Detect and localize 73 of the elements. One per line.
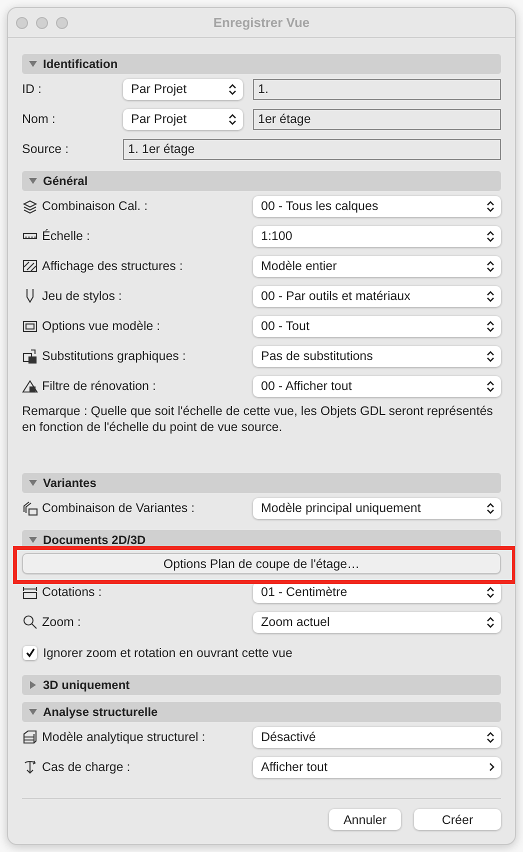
- mode-select[interactable]: Par Projet: [123, 78, 243, 100]
- layers-icon: [22, 198, 38, 214]
- field-label: Combinaison Cal. :: [42, 199, 148, 213]
- section-header[interactable]: 3D uniquement: [22, 675, 501, 695]
- dropdown[interactable]: Modèle entier: [253, 256, 501, 276]
- updown-chevron-icon: [486, 502, 495, 514]
- checkbox[interactable]: [23, 646, 37, 660]
- dropdown[interactable]: Zoom actuel: [253, 612, 501, 632]
- field-label: Cotations :: [42, 585, 102, 599]
- readonly-field[interactable]: 1. 1er étage: [123, 138, 501, 160]
- field-label: ID :: [22, 82, 42, 96]
- section-header[interactable]: Variantes: [22, 473, 501, 493]
- field-label: Nom :: [22, 112, 56, 126]
- dropdown[interactable]: Pas de substitutions: [253, 346, 501, 366]
- field-label: Affichage des structures :: [42, 259, 183, 273]
- note-text: Remarque : Quelle que soit l'échelle de cette vue, les Objets GDL seront représentés en fonction de l'échelle du point de vue source.: [22, 403, 494, 435]
- create-button[interactable]: Créer: [414, 809, 501, 830]
- disclosure-triangle-icon: [28, 176, 38, 186]
- search-icon: [22, 614, 38, 630]
- section-header[interactable]: Analyse structurelle: [22, 702, 501, 722]
- updown-chevron-icon: [486, 616, 495, 628]
- readonly-field[interactable]: 1.: [253, 78, 501, 100]
- disclosure-triangle-icon: [28, 478, 38, 488]
- field-label: Options vue modèle :: [42, 319, 160, 333]
- updown-chevron-icon: [486, 230, 495, 242]
- mode-select[interactable]: Par Projet: [123, 108, 243, 130]
- disclosure-field[interactable]: Afficher tout: [253, 756, 501, 778]
- field-label: Combinaison de Variantes :: [42, 501, 195, 515]
- dimension-icon: [22, 584, 38, 600]
- chevron-right-icon: [488, 762, 495, 772]
- field-label: Source :: [22, 142, 69, 156]
- disclosure-triangle-icon: [28, 535, 38, 545]
- minimize-button[interactable]: [36, 16, 48, 28]
- updown-chevron-icon: [486, 260, 495, 272]
- close-button[interactable]: [16, 16, 28, 28]
- updown-chevron-icon: [486, 200, 495, 212]
- dropdown[interactable]: Modèle principal uniquement: [253, 498, 501, 518]
- updown-chevron-icon: [486, 320, 495, 332]
- hatch-icon: [22, 258, 38, 274]
- cancel-button[interactable]: Annuler: [329, 809, 401, 830]
- updown-chevron-icon: [486, 730, 495, 744]
- updown-chevron-icon: [486, 290, 495, 302]
- disclosure-triangle-icon: [28, 59, 38, 69]
- updown-chevron-icon: [486, 380, 495, 392]
- field-label: Jeu de stylos :: [42, 289, 122, 303]
- field-label: Cas de charge :: [42, 760, 130, 774]
- disclosure-triangle-icon: [28, 680, 38, 690]
- options-button[interactable]: Options Plan de coupe de l'étage…: [22, 553, 501, 574]
- dropdown[interactable]: 1:100: [253, 226, 501, 246]
- frame-icon: [22, 318, 38, 334]
- structure-icon: [22, 729, 38, 745]
- updown-chevron-icon: [486, 350, 495, 362]
- updown-chevron-icon: [228, 112, 237, 126]
- readonly-field[interactable]: 1er étage: [253, 108, 501, 130]
- arrow-icon: [22, 759, 38, 775]
- disclosure-triangle-icon: [28, 707, 38, 717]
- updown-chevron-icon: [228, 82, 237, 96]
- dropdown[interactable]: 00 - Afficher tout: [253, 376, 501, 396]
- section-header[interactable]: Identification: [22, 54, 501, 74]
- dropdown[interactable]: Désactivé: [253, 726, 501, 748]
- field-label: Filtre de rénovation :: [42, 379, 156, 393]
- section-header[interactable]: Général: [22, 171, 501, 191]
- window-title: Enregistrer Vue: [212, 15, 311, 30]
- dropdown[interactable]: 00 - Tout: [253, 316, 501, 336]
- checkbox-label: Ignorer zoom et rotation en ouvrant cette vue: [43, 646, 292, 660]
- dropdown[interactable]: 00 - Tous les calques: [253, 196, 501, 216]
- field-label: Modèle analytique structurel :: [42, 730, 206, 744]
- zoom-button[interactable]: [56, 16, 68, 28]
- field-label: Zoom :: [42, 615, 81, 629]
- dropdown[interactable]: 00 - Par outils et matériaux: [253, 286, 501, 306]
- field-label: Substitutions graphiques :: [42, 349, 186, 363]
- updown-chevron-icon: [486, 586, 495, 598]
- field-label: Échelle :: [42, 229, 90, 243]
